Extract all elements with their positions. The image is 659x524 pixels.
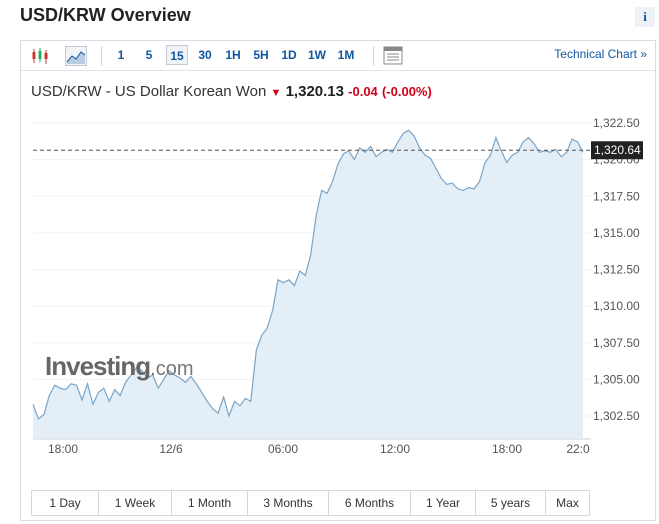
range-5-years[interactable]: 5 years bbox=[476, 491, 546, 515]
chart-panel: 1 5 15 30 1H 5H 1D 1W 1M Technical Chart… bbox=[20, 40, 656, 521]
y-tick-label: 1,305.00 bbox=[593, 372, 640, 386]
x-tick-label: 22:0 bbox=[566, 442, 590, 456]
range-selector: 1 Day 1 Week 1 Month 3 Months 6 Months 1… bbox=[31, 490, 590, 516]
range-1-month[interactable]: 1 Month bbox=[172, 491, 248, 515]
x-tick-label: 06:00 bbox=[268, 442, 298, 456]
y-tick-label: 1,315.00 bbox=[593, 226, 640, 240]
x-tick-label: 18:00 bbox=[492, 442, 522, 456]
y-tick-label: 1,307.50 bbox=[593, 336, 640, 350]
y-tick-label: 1,317.50 bbox=[593, 189, 640, 203]
x-axis-labels: 18:00 12/6 06:00 12:00 18:00 22:0 bbox=[48, 442, 590, 456]
page-title: USD/KRW Overview bbox=[20, 5, 191, 25]
watermark-domain: .com bbox=[150, 358, 194, 380]
y-tick-label: 1,312.50 bbox=[593, 263, 640, 277]
range-1-day[interactable]: 1 Day bbox=[32, 491, 99, 515]
range-6-months[interactable]: 6 Months bbox=[329, 491, 411, 515]
current-price-tag: 1,320.64 bbox=[591, 141, 643, 160]
x-tick-label: 18:00 bbox=[48, 442, 78, 456]
x-tick-label: 12/6 bbox=[159, 442, 183, 456]
range-1-year[interactable]: 1 Year bbox=[411, 491, 476, 515]
watermark-brand: Investing bbox=[45, 351, 151, 381]
range-1-week[interactable]: 1 Week bbox=[99, 491, 172, 515]
investing-watermark: Investing.com bbox=[45, 351, 193, 382]
y-tick-label: 1,310.00 bbox=[593, 299, 640, 313]
range-3-months[interactable]: 3 Months bbox=[248, 491, 329, 515]
price-chart[interactable]: 1,322.501,320.001,317.501,315.001,312.50… bbox=[21, 41, 655, 481]
y-axis-labels: 1,322.501,320.001,317.501,315.001,312.50… bbox=[593, 116, 640, 423]
x-tick-label: 12:00 bbox=[380, 442, 410, 456]
price-area-fill bbox=[33, 130, 583, 440]
y-tick-label: 1,322.50 bbox=[593, 116, 640, 130]
info-icon[interactable]: i bbox=[635, 7, 655, 27]
current-price-tag-label: 1,320.64 bbox=[594, 143, 641, 157]
y-tick-label: 1,302.50 bbox=[593, 409, 640, 423]
range-max[interactable]: Max bbox=[546, 491, 589, 515]
